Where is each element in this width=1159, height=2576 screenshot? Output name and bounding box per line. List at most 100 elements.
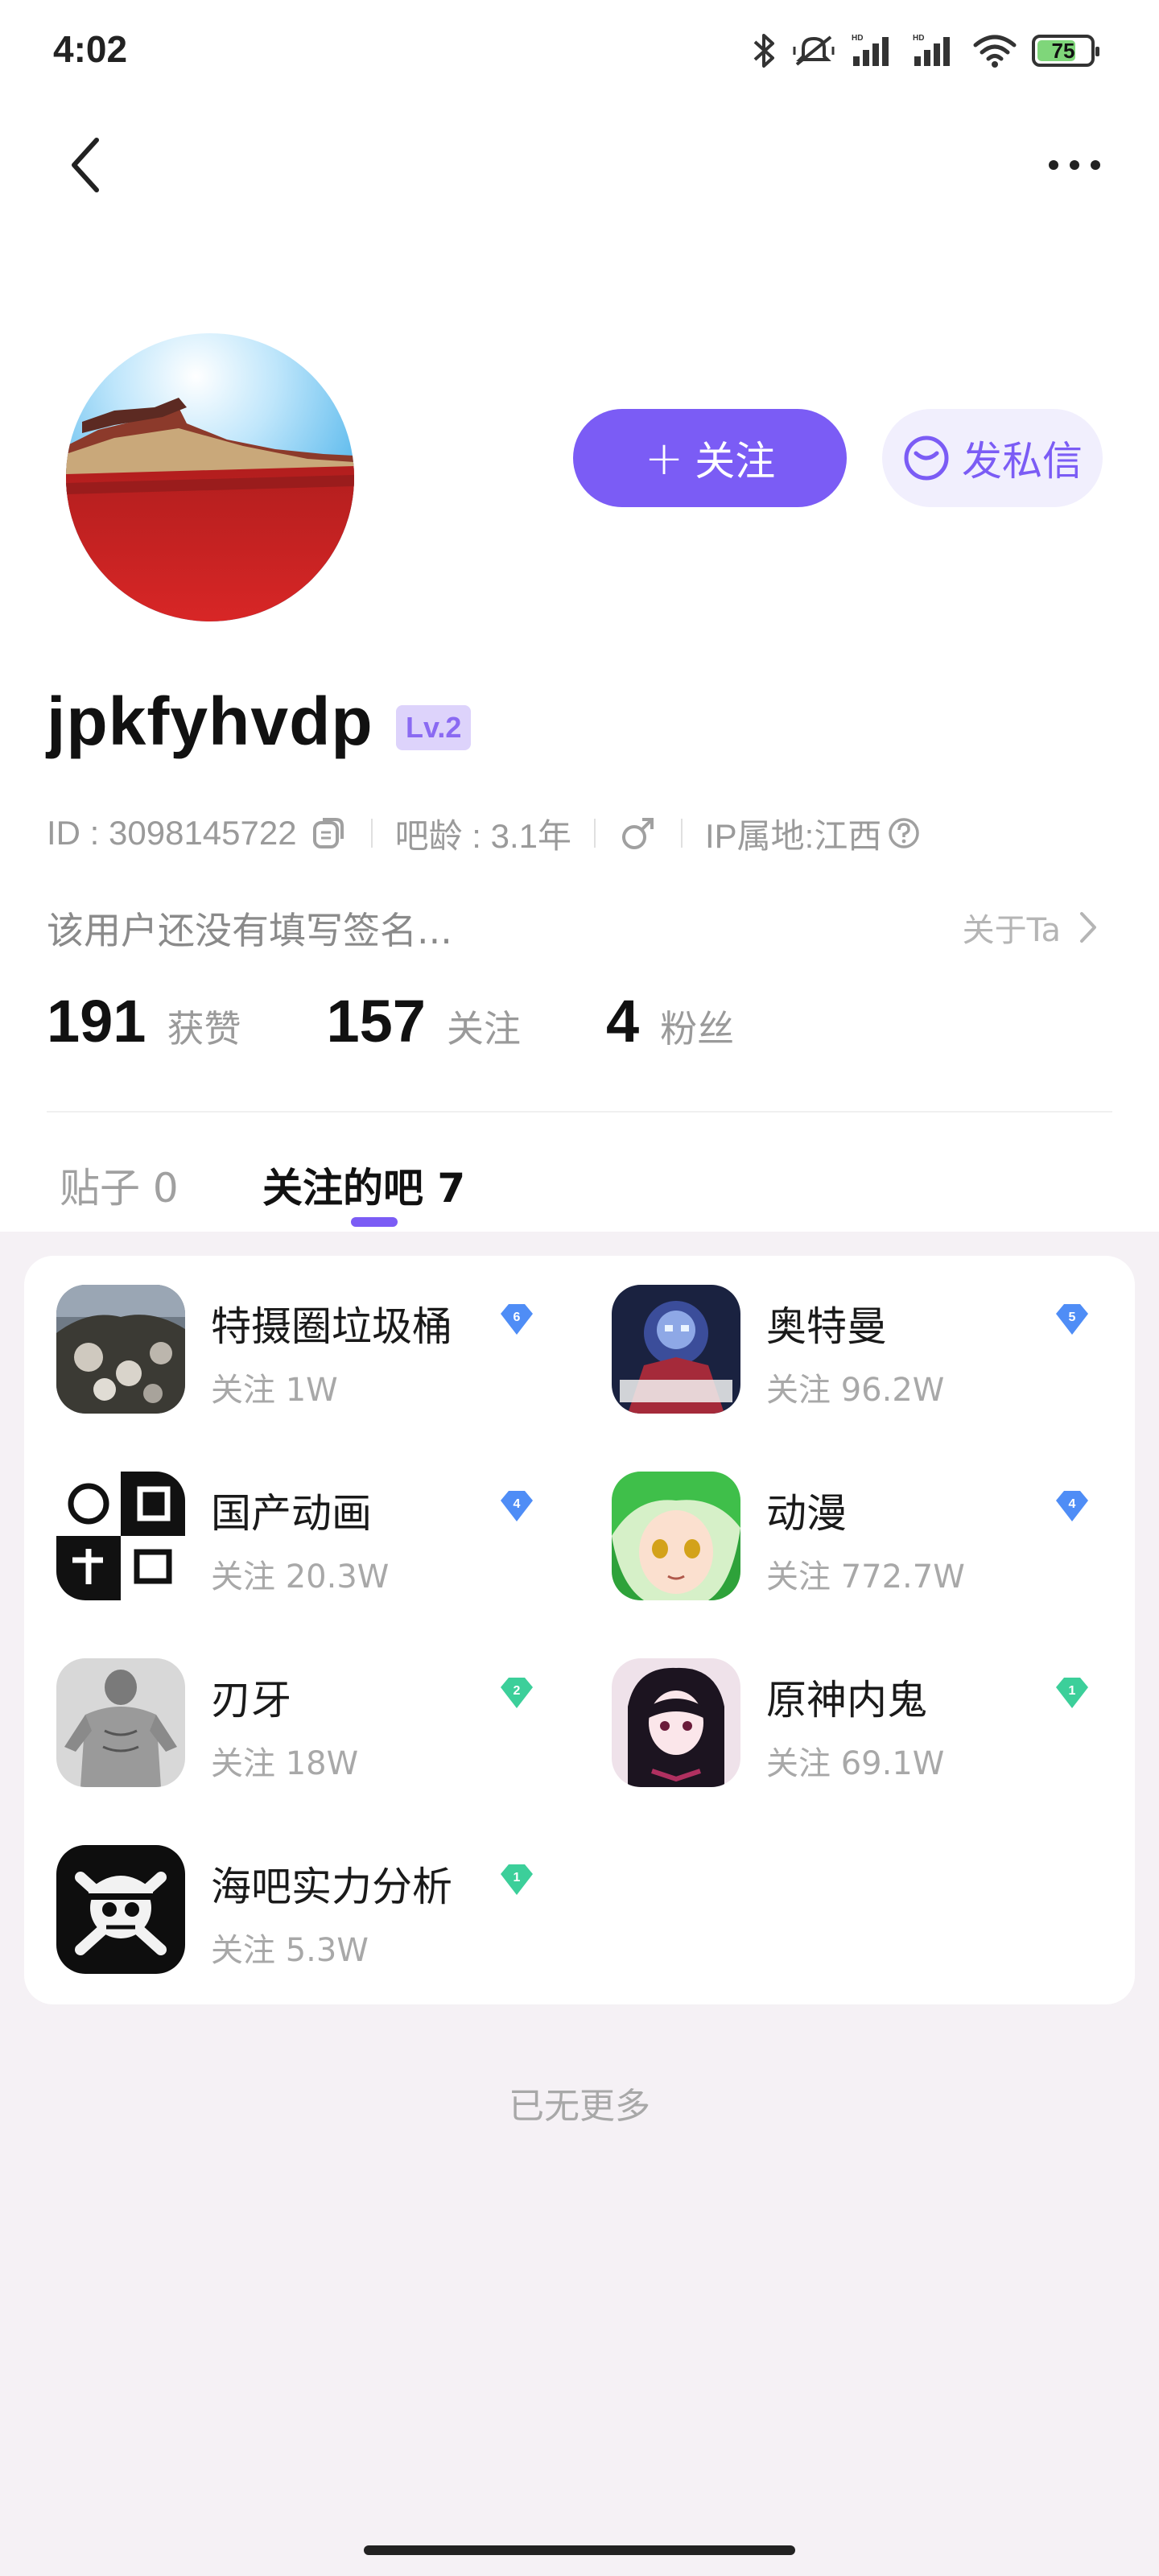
no-more-text: 已无更多: [509, 2086, 650, 2127]
stat-num: 157: [326, 988, 426, 1055]
profile-page: 4:02 HD HD 75 + 关注 发私信 jpkfyhvdp Lv.2 ID…: [0, 0, 1159, 2576]
level-number: 1: [514, 1871, 521, 1885]
bar-item[interactable]: 原神内鬼 关注 69.1W 1: [580, 1629, 1111, 1787]
level-diamond-icon: 4: [1046, 1483, 1098, 1534]
about-link[interactable]: 关于Ta: [963, 902, 1099, 953]
stat-label: 粉丝: [660, 1007, 735, 1051]
avatar-image: [66, 333, 354, 621]
copy-icon[interactable]: [308, 813, 349, 853]
tab-indicator: [351, 1217, 398, 1227]
help-icon[interactable]: [886, 815, 922, 851]
about-label: 关于Ta: [962, 912, 1061, 949]
stat-num: 4: [605, 988, 640, 1055]
level-number: 6: [514, 1311, 521, 1324]
follow-label: 关注: [695, 438, 776, 485]
signal-hd-icon: HD: [913, 34, 950, 66]
user-id: ID : 3098145722: [47, 814, 297, 852]
status-icons: HD HD 75: [750, 27, 1099, 74]
follow-button[interactable]: + 关注: [573, 409, 847, 507]
followed-bars-list: 特摄圈垃圾桶 关注 1W 6 奥特曼 关注 96.2W 5 国产动画 关注 20…: [24, 1256, 1135, 2004]
bar-name: 刃牙: [211, 1677, 291, 1724]
bar-item[interactable]: 特摄圈垃圾桶 关注 1W 6: [24, 1256, 555, 1414]
signature: 该用户还没有填写签名...: [47, 909, 452, 952]
battery-text: 75: [1051, 38, 1075, 63]
signal-hd-icon: HD: [852, 34, 889, 66]
svg-text:HD: HD: [852, 34, 863, 43]
stat-label: 获赞: [167, 1007, 241, 1051]
bar-name: 海吧实力分析: [211, 1864, 452, 1910]
battery-icon: 75: [1032, 35, 1099, 67]
bar-item[interactable]: 刃牙 关注 18W 2: [24, 1629, 555, 1787]
bar-item[interactable]: 奥特曼 关注 96.2W 5: [580, 1256, 1111, 1414]
level-diamond-icon: 4: [491, 1483, 542, 1534]
avatar[interactable]: [66, 333, 354, 621]
bar-follow-count: 关注 772.7W: [766, 1558, 965, 1596]
tab-posts[interactable]: 贴子 0: [60, 1156, 179, 1214]
more-horizontal-icon: [1091, 160, 1100, 170]
status-time: 4:02: [53, 28, 128, 70]
message-label: 发私信: [962, 438, 1083, 485]
chevron-left-icon: [72, 138, 99, 192]
svg-text:HD: HD: [913, 34, 924, 43]
bar-name: 奥特曼: [766, 1303, 887, 1350]
bar-avatar: [56, 1845, 185, 1974]
bar-age: 吧龄 : 3.1年: [394, 816, 571, 855]
back-button[interactable]: [56, 129, 121, 201]
more-horizontal-icon: [1070, 160, 1079, 170]
level-diamond-icon: 5: [1046, 1296, 1098, 1348]
level-diamond-icon: 2: [491, 1670, 542, 1721]
divider: [47, 1111, 1112, 1113]
level-number: 5: [1069, 1311, 1076, 1324]
stat-likes[interactable]: 191 获赞: [47, 987, 241, 1055]
level-number: 2: [514, 1684, 521, 1698]
bar-item[interactable]: 海吧实力分析 关注 5.3W 1: [24, 1816, 555, 1974]
level-badge: Lv.2: [396, 705, 472, 750]
divider: [370, 819, 373, 848]
more-button[interactable]: [1030, 137, 1119, 193]
ip-location: IP属地:江西: [705, 816, 882, 855]
level-diamond-icon: 1: [491, 1856, 542, 1908]
male-icon: [622, 818, 654, 849]
bar-follow-count: 关注 96.2W: [766, 1372, 945, 1409]
bar-follow-count: 关注 69.1W: [766, 1745, 945, 1782]
bar-avatar: [56, 1472, 185, 1600]
profile-meta: ID : 3098145722 吧龄 : 3.1年 IP属地:江西: [47, 805, 922, 861]
more-horizontal-icon: [1049, 160, 1058, 170]
profile-stats: 191 获赞 157 关注 4 粉丝: [47, 987, 819, 1075]
wifi-icon: [973, 35, 1017, 68]
divider: [681, 819, 683, 848]
bar-item[interactable]: 国产动画 关注 20.3W 4: [24, 1443, 555, 1600]
divider: [594, 819, 596, 848]
bar-avatar: [612, 1472, 740, 1600]
message-button[interactable]: 发私信: [882, 409, 1103, 507]
bar-follow-count: 关注 20.3W: [211, 1558, 390, 1596]
chevron-right-icon: [1080, 912, 1096, 943]
bar-follow-count: 关注 18W: [211, 1745, 359, 1782]
tab-followed-bars[interactable]: 关注的吧 7: [262, 1156, 465, 1214]
bar-follow-count: 关注 5.3W: [211, 1932, 369, 1969]
level-number: 4: [1069, 1497, 1076, 1511]
bluetooth-icon: [753, 34, 774, 68]
bar-avatar: [612, 1285, 740, 1414]
bar-follow-count: 关注 1W: [211, 1372, 338, 1409]
stat-following[interactable]: 157 关注: [326, 987, 520, 1055]
home-indicator[interactable]: [364, 2545, 795, 2555]
bar-name: 原神内鬼: [766, 1677, 927, 1724]
bar-name: 特摄圈垃圾桶: [211, 1303, 452, 1350]
plus-icon: +: [644, 431, 684, 485]
username: jpkfyhvdp: [47, 683, 373, 759]
mute-vibrate-icon: [793, 35, 835, 66]
bar-avatar: [56, 1658, 185, 1787]
stat-num: 191: [47, 988, 146, 1055]
level-diamond-icon: 6: [491, 1296, 542, 1348]
level-diamond-icon: 1: [1046, 1670, 1098, 1721]
bar-avatar: [612, 1658, 740, 1787]
stat-label: 关注: [446, 1007, 521, 1051]
bar-item[interactable]: 动漫 关注 772.7W 4: [580, 1443, 1111, 1600]
message-icon: [904, 436, 949, 481]
stat-fans[interactable]: 4 粉丝: [606, 987, 734, 1055]
status-bar: 4:02 HD HD 75: [0, 0, 1159, 105]
level-number: 1: [1069, 1684, 1076, 1698]
bar-name: 国产动画: [211, 1490, 372, 1537]
level-number: 4: [514, 1497, 521, 1511]
